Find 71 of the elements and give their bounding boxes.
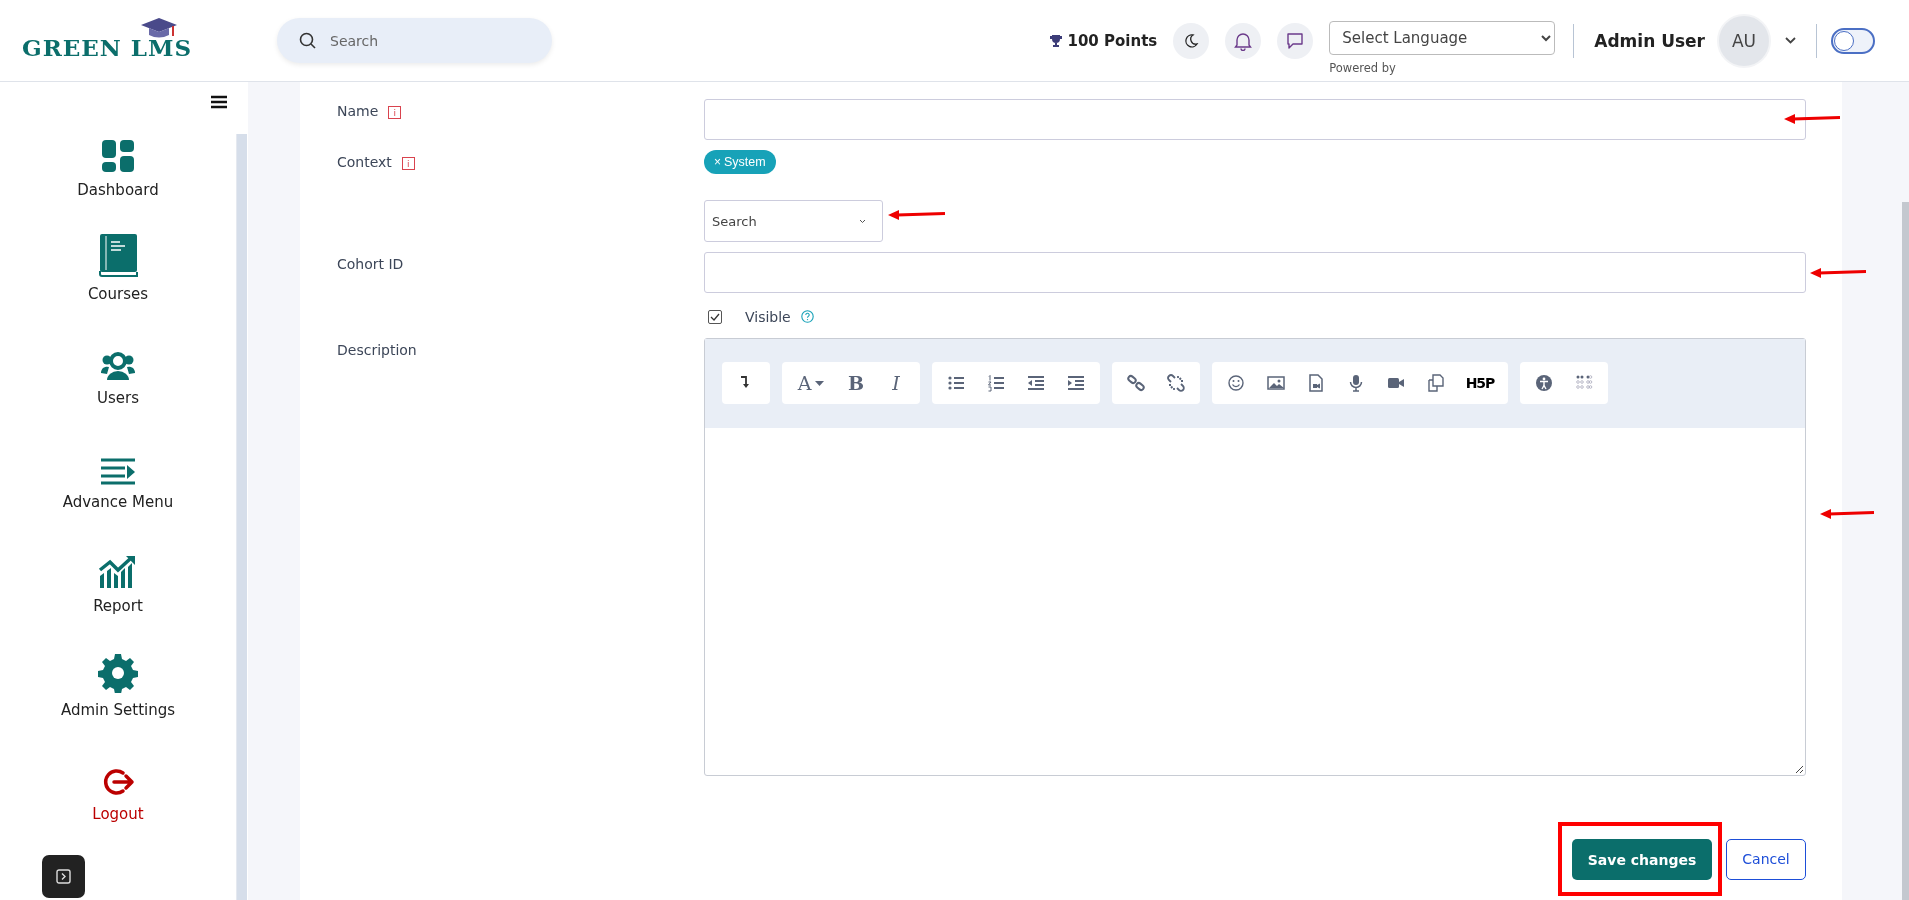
- scrollbar[interactable]: [1902, 202, 1909, 900]
- language-select[interactable]: Select Language: [1329, 20, 1556, 55]
- notifications-button[interactable]: [1225, 22, 1262, 59]
- media-file-icon: [1307, 374, 1325, 392]
- visible-checkbox[interactable]: [708, 309, 722, 324]
- points-text: 100 Points: [1067, 31, 1158, 50]
- numbered-list-icon: [987, 374, 1005, 392]
- context-search-select[interactable]: Search: [704, 200, 883, 242]
- chat-bubble-icon: [1286, 31, 1305, 50]
- toolbar-button[interactable]: I: [876, 362, 916, 404]
- accessibility-icon: [1535, 374, 1553, 392]
- logout-icon: [101, 767, 135, 797]
- bell-icon: [1234, 30, 1253, 51]
- sidebar-item[interactable]: Logout: [60, 719, 176, 823]
- toolbar-button[interactable]: A: [786, 362, 836, 404]
- resize-handle-icon[interactable]: [1796, 766, 1803, 773]
- sidebar-item[interactable]: Users: [60, 303, 176, 407]
- field-label: Name: [337, 103, 379, 119]
- image-icon: [1267, 374, 1285, 392]
- field-label: Description: [337, 342, 417, 358]
- dashboard-grid-icon: [101, 139, 135, 173]
- sidebar-item[interactable]: Courses: [60, 199, 176, 303]
- moon-icon: [1183, 32, 1200, 49]
- logo-text: GREEN LMS: [22, 33, 193, 61]
- save-button[interactable]: Save changes: [1572, 839, 1712, 880]
- search-field[interactable]: Search: [277, 18, 552, 63]
- cancel-button[interactable]: Cancel: [1726, 838, 1806, 880]
- rich-text-editor[interactable]: A B I H5P: [704, 338, 1806, 776]
- gear-icon: [98, 653, 138, 693]
- indent-icon: [1067, 374, 1085, 392]
- user-avatar[interactable]: AU: [1717, 13, 1771, 68]
- name-input-field[interactable]: [704, 99, 1806, 140]
- scrollbar[interactable]: [236, 134, 247, 900]
- book-icon: [98, 233, 138, 277]
- field-label: Context: [337, 154, 392, 170]
- toolbar-button[interactable]: H5P: [1456, 362, 1504, 404]
- outdent-icon: [1027, 374, 1045, 392]
- menu-icon[interactable]: [211, 95, 227, 109]
- expand-panel-button[interactable]: [42, 855, 85, 898]
- copy-pages-icon: [1427, 374, 1445, 392]
- chart-icon: [98, 555, 138, 589]
- braille-dots-icon: [1575, 374, 1593, 392]
- users-icon: [101, 351, 135, 381]
- microphone-icon: [1347, 374, 1365, 392]
- field-label: Cohort ID: [337, 256, 404, 272]
- smiley-icon: [1227, 374, 1245, 392]
- toolbar-button[interactable]: B: [836, 362, 876, 404]
- dark-mode-button[interactable]: [1173, 22, 1210, 59]
- unlink-icon: [1167, 374, 1185, 392]
- info-icon[interactable]: i: [388, 106, 402, 119]
- sidebar-item[interactable]: Report: [60, 511, 176, 615]
- help-icon[interactable]: [800, 310, 814, 323]
- cohort-id-input-field[interactable]: [704, 252, 1806, 293]
- chevron-down-icon: [859, 218, 866, 224]
- sidebar-item[interactable]: Admin Settings: [60, 615, 176, 719]
- sidebar-item[interactable]: Dashboard: [60, 95, 176, 199]
- sidebar-item[interactable]: Advance Menu: [60, 407, 176, 511]
- graduation-cap-icon: [140, 16, 178, 39]
- checkbox-label: Visible: [745, 308, 791, 325]
- chevron-down-icon[interactable]: [1785, 37, 1796, 44]
- powered-by-text: Powered by: [1329, 60, 1397, 75]
- user-name[interactable]: Admin User: [1594, 30, 1705, 51]
- bulleted-list-icon: [947, 374, 965, 392]
- caret-icon: [815, 380, 825, 386]
- info-icon[interactable]: i: [401, 157, 415, 170]
- list-arrow-icon: [100, 457, 136, 485]
- link-icon: [1127, 374, 1145, 392]
- trophy-icon: [1048, 33, 1063, 48]
- chevron-right-box-icon: [56, 869, 71, 884]
- toggle-switch[interactable]: [1831, 27, 1875, 54]
- messages-button[interactable]: [1277, 22, 1314, 59]
